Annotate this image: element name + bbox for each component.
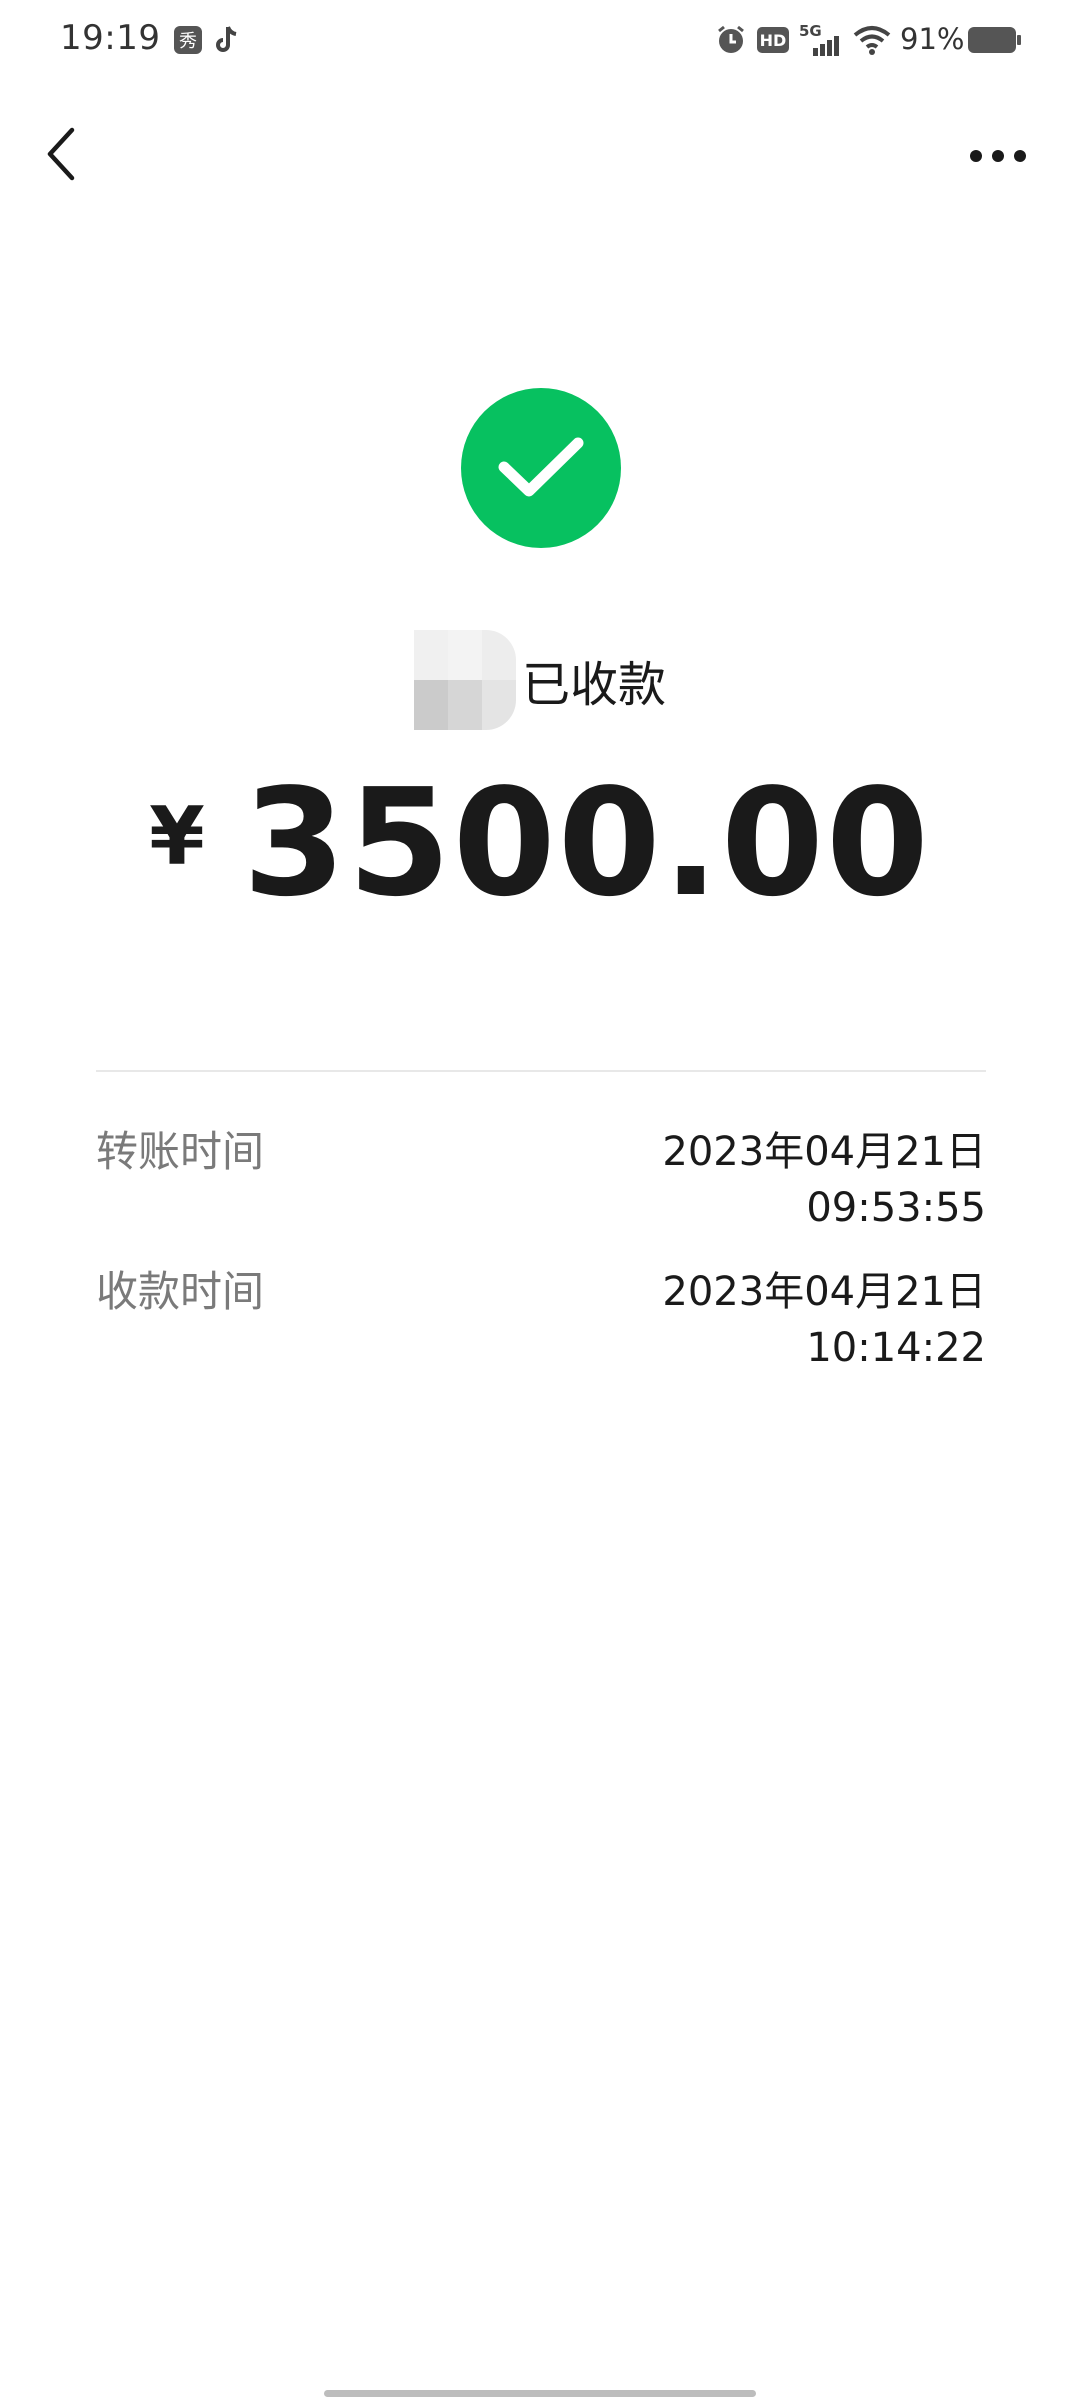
svg-text:HD: HD (760, 31, 787, 50)
svg-text:5G: 5G (799, 22, 822, 40)
detail-time: 09:53:55 (806, 1185, 986, 1231)
check-icon (498, 437, 584, 497)
currency-symbol: ¥ (149, 789, 205, 883)
divider (96, 1070, 986, 1072)
more-dots-icon (970, 150, 1026, 162)
avatar (413, 630, 516, 730)
tiktok-icon (212, 24, 242, 56)
svg-text:秀: 秀 (179, 31, 197, 52)
battery-icon (966, 24, 1024, 56)
amount-value: 3500.00 (242, 757, 931, 929)
back-button[interactable] (34, 116, 90, 192)
5g-signal-icon: 5G (798, 22, 844, 58)
detail-time: 10:14:22 (806, 1325, 986, 1371)
receiver-row: 已收款 (0, 628, 1080, 732)
hd-icon: HD (755, 24, 791, 56)
success-badge (461, 388, 621, 548)
detail-row-receive-time: 收款时间 2023年04月21日 10:14:22 (96, 1264, 986, 1384)
wifi-icon (852, 24, 892, 56)
xiu-app-icon: 秀 (172, 24, 204, 56)
detail-row-transfer-time: 转账时间 2023年04月21日 09:53:55 (96, 1124, 986, 1244)
detail-label: 收款时间 (96, 1267, 265, 1316)
status-time: 19:19 (60, 18, 161, 58)
more-button[interactable] (958, 126, 1038, 186)
home-indicator[interactable] (324, 2390, 756, 2397)
battery-percent: 91% (900, 22, 965, 56)
detail-value: 2023年04月21日 10:14:22 (662, 1264, 986, 1376)
alarm-icon (714, 24, 748, 56)
detail-label: 转账时间 (96, 1127, 265, 1176)
detail-date: 2023年04月21日 (662, 1129, 986, 1175)
status-bar: 19:19 秀 HD 5G 91% (0, 0, 1080, 84)
chevron-left-icon (47, 127, 75, 181)
detail-value: 2023年04月21日 09:53:55 (662, 1124, 986, 1236)
receipt-status-text: 已收款 (521, 657, 666, 713)
detail-date: 2023年04月21日 (662, 1269, 986, 1315)
amount-row: ¥ 3500.00 (0, 757, 1080, 929)
